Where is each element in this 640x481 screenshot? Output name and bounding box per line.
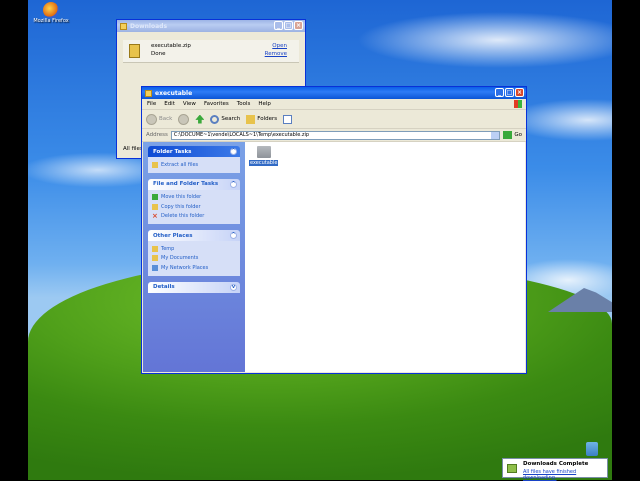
download-item[interactable]: executable.zip Done Open Remove — [123, 40, 299, 63]
menu-bar: File Edit View Favorites Tools Help — [142, 99, 526, 110]
go-arrow-icon — [503, 131, 513, 139]
notification-message[interactable]: All files have finished downloading. — [523, 469, 607, 481]
explorer-title: executable — [155, 89, 193, 97]
folder-window-icon — [145, 89, 152, 97]
place-label: Temp — [161, 245, 175, 252]
collapse-icon[interactable]: ^ — [230, 232, 237, 239]
back-arrow-icon — [146, 113, 157, 125]
panel-title: Other Places — [153, 232, 193, 239]
place-label: My Network Places — [161, 264, 209, 271]
zip-folder-icon — [152, 161, 158, 168]
close-button[interactable]: × — [294, 21, 303, 30]
toolbar: Back Search Folders — [142, 110, 526, 129]
folder-icon — [152, 245, 158, 252]
other-places-panel: Other Places ^ Temp My Documents My Netw… — [148, 230, 240, 276]
panel-header[interactable]: Details v — [148, 281, 240, 293]
place-network[interactable]: My Network Places — [152, 263, 236, 273]
panel-title: File and Folder Tasks — [153, 181, 219, 187]
panel-header[interactable]: File and Folder Tasks ^ — [148, 178, 240, 190]
panel-title: Details — [153, 284, 175, 290]
task-label: Extract all files — [161, 161, 199, 168]
explorer-titlebar[interactable]: executable _ □ × — [142, 87, 526, 99]
move-icon — [152, 194, 158, 201]
address-label: Address — [146, 132, 168, 138]
search-icon — [210, 114, 220, 124]
file-folder-tasks-panel: File and Folder Tasks ^ Move this folder… — [148, 178, 240, 224]
address-bar: Address C:\DOCUME~1\vende\LOCALS~1\Temp\… — [142, 129, 526, 142]
menu-file[interactable]: File — [147, 101, 156, 107]
task-label: Copy this folder — [161, 203, 201, 210]
place-label: My Documents — [161, 255, 199, 262]
task-label: Delete this folder — [161, 213, 205, 220]
task-copy[interactable]: Copy this folder — [152, 202, 236, 212]
task-move[interactable]: Move this folder — [152, 193, 236, 203]
close-button[interactable]: × — [515, 88, 524, 97]
address-value: C:\DOCUME~1\vende\LOCALS~1\Temp\executab… — [173, 132, 310, 138]
maximize-button[interactable]: □ — [505, 88, 514, 97]
place-temp[interactable]: Temp — [152, 244, 236, 254]
folder-tasks-panel: Folder Tasks ^ Extract all files — [148, 146, 240, 173]
delete-icon: × — [152, 212, 158, 221]
collapse-icon[interactable]: ^ — [230, 148, 237, 155]
downloads-titlebar[interactable]: Downloads _ □ × — [117, 20, 305, 32]
chevron-down-icon[interactable] — [491, 131, 500, 139]
back-label: Back — [159, 116, 173, 122]
notification-title: Downloads Complete — [523, 461, 589, 467]
up-folder-icon[interactable] — [195, 114, 205, 124]
minimize-button[interactable]: _ — [274, 21, 283, 30]
folders-label: Folders — [257, 116, 278, 122]
task-pane: Folder Tasks ^ Extract all files File an… — [143, 142, 245, 372]
remove-link[interactable]: Remove — [265, 51, 287, 57]
download-filename: executable.zip — [151, 43, 191, 49]
search-label: Search — [221, 116, 241, 122]
folders-button[interactable]: Folders — [246, 114, 278, 124]
panel-title: Folder Tasks — [153, 148, 192, 155]
downloads-footer-label: All files — [123, 146, 143, 152]
downloads-window-icon — [120, 22, 127, 30]
address-input[interactable]: C:\DOCUME~1\vende\LOCALS~1\Temp\executab… — [170, 130, 501, 140]
minimize-button[interactable]: _ — [495, 88, 504, 97]
downloads-title: Downloads — [130, 22, 168, 30]
menu-help[interactable]: Help — [258, 101, 271, 107]
search-button[interactable]: Search — [210, 114, 241, 124]
views-icon[interactable] — [283, 114, 293, 124]
menu-edit[interactable]: Edit — [164, 101, 175, 107]
menu-view[interactable]: View — [183, 101, 196, 107]
my-documents-icon — [152, 255, 158, 262]
desktop-icon-label: Mozilla Firefox — [33, 18, 69, 24]
collapse-icon[interactable]: ^ — [230, 180, 237, 188]
downloads-complete-notification[interactable]: Downloads Complete All files have finish… — [502, 458, 608, 481]
panel-header[interactable]: Folder Tasks ^ — [148, 146, 240, 157]
windows-logo-icon — [514, 100, 522, 108]
task-label: Move this folder — [161, 194, 202, 201]
folders-icon — [246, 114, 256, 124]
explorer-window[interactable]: executable _ □ × File Edit View Favorite… — [141, 86, 527, 374]
folder-icon[interactable] — [257, 146, 271, 158]
task-extract[interactable]: Extract all files — [152, 160, 236, 170]
forward-button[interactable] — [178, 113, 190, 125]
folder-label[interactable]: executable — [249, 160, 279, 166]
download-status: Done — [151, 51, 166, 57]
copy-icon — [152, 203, 158, 210]
menu-favorites[interactable]: Favorites — [204, 101, 229, 107]
maximize-button[interactable]: □ — [284, 21, 293, 30]
expand-icon[interactable]: v — [230, 283, 237, 291]
download-complete-icon — [507, 464, 517, 473]
details-panel: Details v — [148, 281, 240, 293]
go-label: Go — [514, 132, 522, 138]
back-button[interactable]: Back — [146, 113, 173, 125]
task-delete[interactable]: × Delete this folder — [152, 212, 236, 222]
menu-tools[interactable]: Tools — [237, 101, 251, 107]
file-list[interactable]: executable — [245, 142, 525, 372]
network-places-icon — [152, 264, 158, 271]
recycle-bin-icon[interactable] — [586, 442, 598, 456]
place-my-documents[interactable]: My Documents — [152, 254, 236, 264]
open-link[interactable]: Open — [272, 43, 287, 49]
go-button[interactable]: Go — [503, 131, 522, 139]
desktop-icon-firefox[interactable]: Mozilla Firefox — [33, 2, 69, 24]
zip-file-icon — [129, 44, 140, 58]
firefox-icon — [43, 2, 59, 18]
panel-header[interactable]: Other Places ^ — [148, 230, 240, 241]
